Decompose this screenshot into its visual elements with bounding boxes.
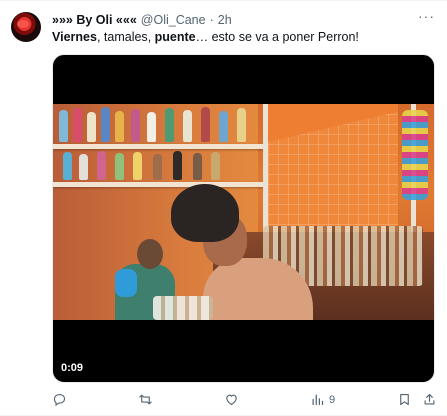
bookmark-button[interactable] bbox=[397, 392, 412, 407]
shelf bbox=[53, 144, 263, 149]
figurine bbox=[131, 109, 140, 142]
figurine bbox=[97, 151, 106, 180]
avatar[interactable] bbox=[11, 12, 41, 42]
pinata bbox=[402, 110, 428, 200]
views-icon bbox=[312, 394, 324, 406]
figurine bbox=[193, 153, 202, 180]
figurine bbox=[101, 107, 110, 142]
vendor-head bbox=[137, 239, 163, 269]
figurine bbox=[87, 112, 96, 142]
tweet-text: Viernes, tamales, puente… esto se va a p… bbox=[52, 30, 359, 44]
text-bold-puente: puente bbox=[154, 30, 196, 44]
vendor-sleeve bbox=[115, 269, 137, 297]
tweet[interactable]: »»» By Oli ««« @Oli_Cane · 2h ··· Vierne… bbox=[0, 0, 447, 416]
retweet-icon bbox=[139, 394, 152, 405]
figurine bbox=[73, 108, 82, 142]
figurine bbox=[211, 152, 220, 180]
person-body bbox=[203, 258, 313, 320]
more-icon[interactable]: ··· bbox=[418, 8, 435, 24]
bookmark-icon bbox=[400, 393, 409, 406]
figurine bbox=[153, 154, 162, 180]
figurine bbox=[63, 152, 72, 180]
retweet-button[interactable] bbox=[138, 392, 153, 407]
text-sep: , bbox=[147, 30, 155, 44]
reply-icon bbox=[53, 393, 66, 407]
figurine bbox=[79, 154, 88, 180]
tweet-header: »»» By Oli ««« @Oli_Cane · 2h bbox=[52, 13, 232, 27]
text-sep: , bbox=[96, 30, 104, 44]
figurine bbox=[219, 111, 228, 142]
views-button[interactable]: 9 bbox=[310, 392, 335, 407]
separator-dot: · bbox=[209, 13, 214, 27]
reply-button[interactable] bbox=[52, 392, 67, 407]
figurine bbox=[115, 153, 124, 180]
figurine bbox=[147, 112, 156, 142]
video-timestamp: 0:09 bbox=[61, 362, 84, 374]
figurine bbox=[237, 108, 246, 142]
display-name[interactable]: »»» By Oli ««« bbox=[52, 13, 137, 27]
share-button[interactable] bbox=[422, 392, 437, 407]
text-rest: … esto se va a poner Perron! bbox=[195, 30, 359, 44]
small-figurines bbox=[153, 296, 213, 320]
figurine bbox=[201, 107, 210, 142]
figurine bbox=[165, 108, 174, 142]
video-frame[interactable] bbox=[53, 104, 434, 320]
like-button[interactable] bbox=[224, 392, 239, 407]
action-bar: 9 bbox=[52, 392, 435, 412]
heart-icon bbox=[226, 394, 237, 406]
views-count: 9 bbox=[329, 393, 336, 406]
text-bold-viernes: Viernes bbox=[52, 30, 97, 44]
share-icon bbox=[424, 393, 435, 405]
text-tamales: tamales bbox=[103, 30, 148, 44]
figurine bbox=[183, 110, 192, 142]
tweet-timestamp[interactable]: 2h bbox=[218, 13, 232, 27]
figurine bbox=[133, 152, 142, 180]
figurine bbox=[115, 111, 124, 142]
video-player[interactable]: 0:09 bbox=[52, 54, 435, 383]
person-hair bbox=[171, 184, 239, 242]
figurine bbox=[59, 110, 68, 142]
figurine bbox=[173, 151, 182, 180]
user-handle[interactable]: @Oli_Cane bbox=[141, 13, 206, 27]
